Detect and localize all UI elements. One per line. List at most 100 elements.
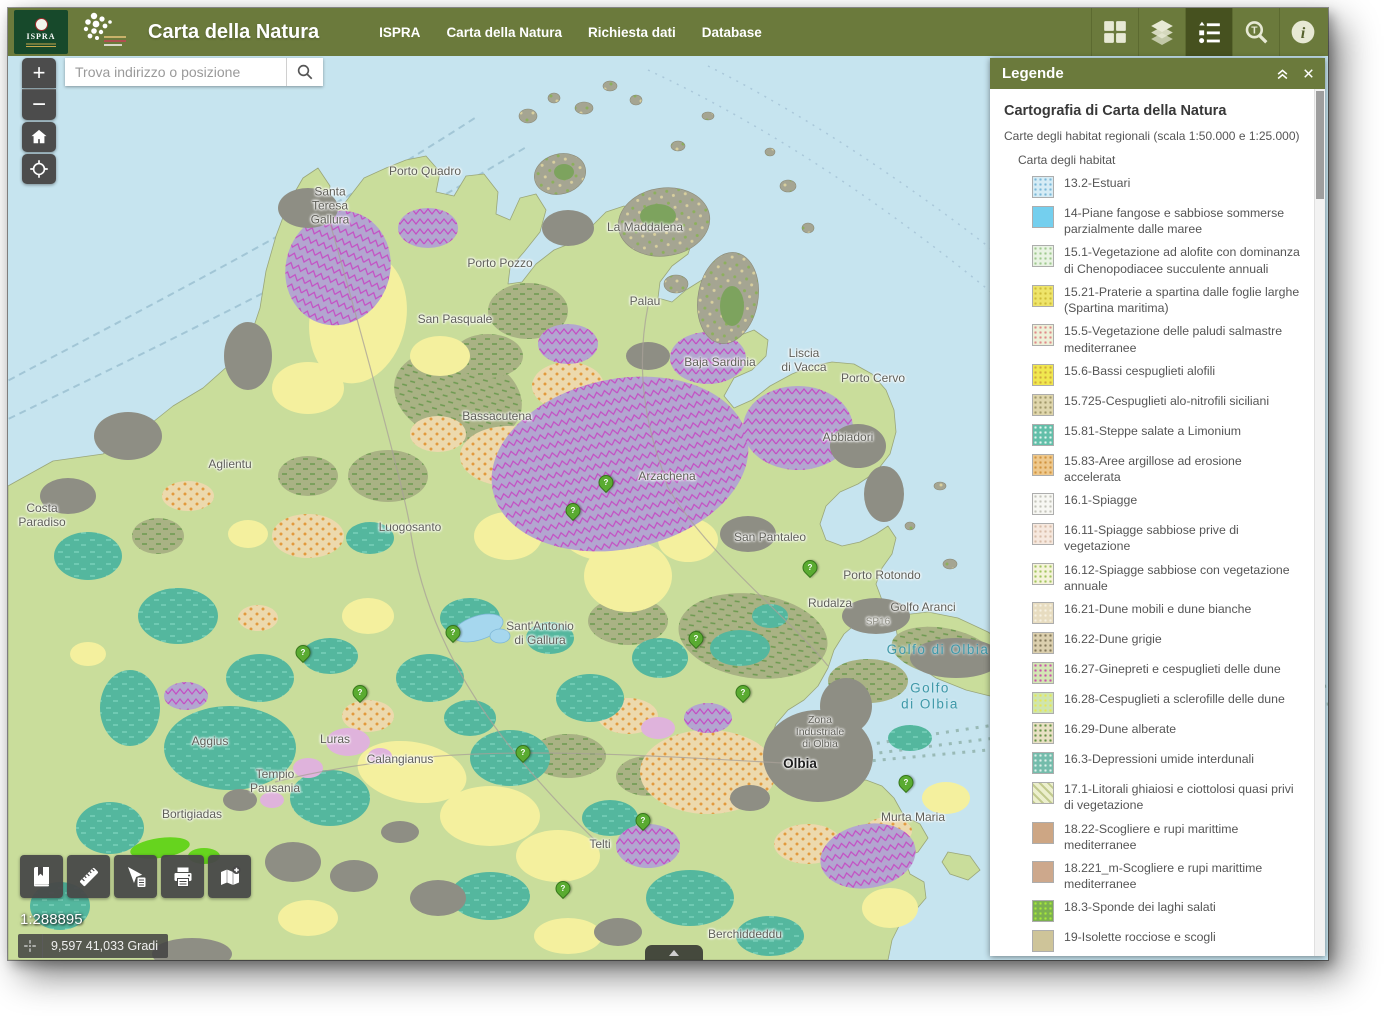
nav-richiesta-dati[interactable]: Richiesta dati — [588, 25, 676, 40]
layer-list-button[interactable] — [1138, 8, 1185, 56]
legend-swatch — [1032, 176, 1054, 198]
bookmarks-button[interactable] — [20, 855, 63, 898]
legend-item-label: 16.28-Cespuglieti a sclerofille delle du… — [1064, 691, 1285, 707]
legend-item: 16.3-Depressioni umide interdunali — [1032, 751, 1301, 774]
print-button[interactable] — [161, 855, 204, 898]
legend-item: 18.22-Scogliere e rupi marittime mediter… — [1032, 821, 1301, 853]
legend-item: 15.5-Vegetazione delle paludi salmastre … — [1032, 323, 1301, 355]
coordinate-crosshair-button[interactable] — [18, 934, 43, 958]
legend-item-label: 15.1-Vegetazione ad alofite con dominanz… — [1064, 244, 1301, 276]
legend-item-label: 16.1-Spiagge — [1064, 492, 1137, 508]
legend-item: 15.725-Cespuglieti alo-nitrofili sicilia… — [1032, 393, 1301, 416]
legend-swatch — [1032, 662, 1054, 684]
legend-item: 15.81-Steppe salate a Limonium — [1032, 423, 1301, 446]
legend-swatch — [1032, 602, 1054, 624]
dots-cluster-icon — [74, 10, 132, 54]
legend-item: 15.21-Praterie a spartina dalle foglie l… — [1032, 284, 1301, 316]
legend-scrollbar[interactable] — [1314, 89, 1325, 956]
select-icon — [124, 865, 148, 889]
search-box — [65, 58, 323, 86]
legend-item-label: 13.2-Estuari — [1064, 175, 1130, 191]
legend-item: 15.83-Aree argillose ad erosione acceler… — [1032, 453, 1301, 485]
legend-item-label: 18.221_m-Scogliere e rupi marittime medi… — [1064, 860, 1301, 892]
legend-swatch — [1032, 394, 1054, 416]
legend-body: Cartografia di Carta della Natura Carte … — [990, 89, 1325, 956]
searchT-icon: T — [1243, 19, 1269, 45]
legend-item: 16.11-Spiagge sabbiose prive di vegetazi… — [1032, 522, 1301, 554]
legend-swatch — [1032, 861, 1054, 883]
coordinates-widget: 9,597 41,033 Gradi — [18, 934, 168, 958]
app-window: ISPRA Carta della Natura ISPRACarta dell… — [8, 8, 1328, 960]
legend-item: 14-Piane fangose e sabbiose sommerse par… — [1032, 205, 1301, 237]
legend-item: 15.1-Vegetazione ad alofite con dominanz… — [1032, 244, 1301, 276]
legend-swatch — [1032, 364, 1054, 386]
search-icon — [296, 63, 314, 81]
locate-button[interactable] — [22, 154, 56, 184]
ispra-logo[interactable]: ISPRA — [14, 10, 68, 54]
chevron-double-up-icon — [1275, 66, 1290, 81]
legend-scrollbar-thumb[interactable] — [1316, 91, 1324, 199]
locate-icon — [29, 159, 49, 179]
home-button[interactable] — [22, 122, 56, 152]
scale-indicator: 1:288895 — [20, 911, 83, 928]
legend-swatch — [1032, 523, 1054, 545]
legend-item-label: 15.5-Vegetazione delle paludi salmastre … — [1064, 323, 1301, 355]
add-data-icon — [218, 865, 242, 889]
legend-item-label: 16.27-Ginepreti e cespuglieti delle dune — [1064, 661, 1281, 677]
legend-item-label: 18.3-Sponde dei laghi salati — [1064, 899, 1216, 915]
legend-item-label: 15.6-Bassi cespuglieti alofili — [1064, 363, 1215, 379]
basemap-gallery-button[interactable] — [1091, 8, 1138, 56]
list-icon — [1196, 19, 1222, 45]
coordinates-value: 9,597 41,033 Gradi — [51, 939, 158, 953]
app-header: ISPRA Carta della Natura ISPRACarta dell… — [8, 8, 1328, 56]
legend-panel: Legende Cartografia di Carta della Natur… — [990, 58, 1325, 956]
legend-subheading: Carte degli habitat regionali (scala 1:5… — [1004, 129, 1301, 143]
legend-button[interactable] — [1185, 8, 1232, 56]
legend-item-label: 14-Piane fangose e sabbiose sommerse par… — [1064, 205, 1301, 237]
legend-item: 16.1-Spiagge — [1032, 492, 1301, 515]
legend-heading: Cartografia di Carta della Natura — [1004, 103, 1301, 119]
measure-button[interactable] — [67, 855, 110, 898]
attribute-table-toggle[interactable] — [645, 945, 703, 960]
legend-items-list: 13.2-Estuari 14-Piane fangose e sabbiose … — [1004, 175, 1301, 956]
legend-close-button[interactable] — [1295, 61, 1321, 87]
nav-database[interactable]: Database — [702, 25, 762, 40]
legend-item: 13.2-Estuari — [1032, 175, 1301, 198]
legend-group-label: Carta degli habitat — [1018, 153, 1301, 167]
info-button[interactable]: i — [1279, 8, 1326, 56]
legend-swatch — [1032, 900, 1054, 922]
legend-titlebar: Legende — [990, 58, 1325, 89]
legend-item-label: 16.3-Depressioni umide interdunali — [1064, 751, 1254, 767]
legend-item: 16.27-Ginepreti e cespuglieti delle dune — [1032, 661, 1301, 684]
nav-carta-della-natura[interactable]: Carta della Natura — [446, 25, 562, 40]
select-button[interactable] — [114, 855, 157, 898]
search-input[interactable] — [65, 58, 286, 86]
legend-item: 16.29-Dune alberate — [1032, 721, 1301, 744]
legend-item-label: 17.1-Litorali ghiaiosi e ciottolosi quas… — [1064, 781, 1301, 813]
legend-item-label: 15.21-Praterie a spartina dalle foglie l… — [1064, 284, 1301, 316]
zoom-out-button[interactable]: − — [22, 89, 56, 120]
add-data-button[interactable] — [208, 855, 251, 898]
svg-text:T: T — [1251, 26, 1258, 37]
legend-item-label: 16.11-Spiagge sabbiose prive di vegetazi… — [1064, 522, 1301, 554]
legend-item-label: 16.29-Dune alberate — [1064, 721, 1176, 737]
chevron-up-icon — [668, 949, 680, 957]
layers-icon — [1149, 19, 1175, 45]
legend-item: 19-Isolette rocciose e scogli — [1032, 929, 1301, 952]
legend-item: 18.3-Sponde dei laghi salati — [1032, 899, 1301, 922]
crosshair-icon — [23, 939, 37, 953]
nav-ispra[interactable]: ISPRA — [379, 25, 420, 40]
legend-swatch — [1032, 692, 1054, 714]
legend-swatch — [1032, 930, 1054, 952]
network-logo[interactable] — [74, 10, 132, 54]
legend-swatch — [1032, 822, 1054, 844]
legend-collapse-button[interactable] — [1269, 61, 1295, 87]
legend-item: 16.28-Cespuglieti a sclerofille delle du… — [1032, 691, 1301, 714]
map-toolbar — [20, 855, 251, 898]
zoom-in-button[interactable]: + — [22, 58, 56, 88]
legend-swatch — [1032, 324, 1054, 346]
attribute-search-button[interactable]: T — [1232, 8, 1279, 56]
legend-item-label: 15.83-Aree argillose ad erosione acceler… — [1064, 453, 1301, 485]
search-button[interactable] — [286, 58, 323, 86]
legend-swatch — [1032, 245, 1054, 267]
